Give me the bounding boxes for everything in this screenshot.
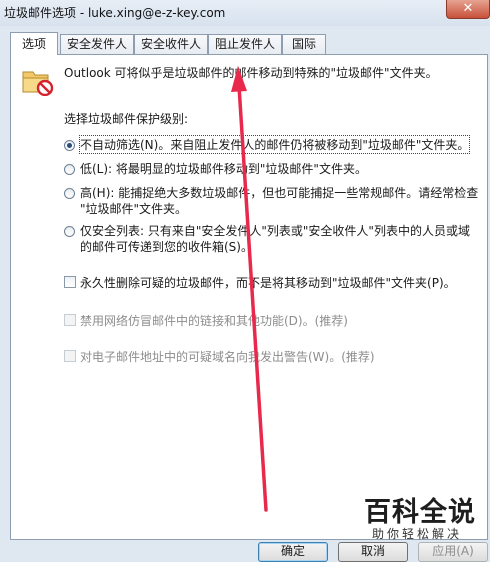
radio-high[interactable]: [64, 188, 75, 199]
tab-safe-senders[interactable]: 安全发件人: [60, 34, 134, 54]
radio-no-filtering-label[interactable]: 不自动筛选(N)。来自阻止发件人的邮件仍将被移动到"垃圾邮件"文件夹。: [78, 135, 471, 154]
radio-safe-lists-label-line2[interactable]: 的邮件可传递到您的收件箱(S)。: [80, 238, 253, 255]
tab-blocked-senders[interactable]: 阻止发件人: [208, 34, 282, 54]
radio-low-label[interactable]: 低(L): 将最明显的垃圾邮件移动到"垃圾邮件"文件夹。: [80, 160, 367, 177]
tab-safe-recipients[interactable]: 安全收件人: [134, 34, 208, 54]
tab-options[interactable]: 选项: [10, 32, 58, 55]
radio-high-label-line2[interactable]: "垃圾邮件"文件夹。: [80, 200, 187, 217]
tab-international[interactable]: 国际: [282, 34, 326, 54]
radio-safe-lists-only[interactable]: [64, 226, 75, 237]
title-bar: 垃圾邮件选项 - luke.xing@e-z-key.com ✕: [0, 0, 490, 26]
ok-button[interactable]: 确定: [258, 542, 328, 562]
cancel-button[interactable]: 取消: [338, 542, 408, 562]
watermark-brand: 百科全说: [364, 497, 476, 528]
close-button[interactable]: ✕: [446, 0, 490, 19]
checkbox-permanently-delete-label[interactable]: 永久性删除可疑的垃圾邮件，而不是将其移动到"垃圾邮件"文件夹(P)。: [80, 274, 456, 291]
radio-no-filtering[interactable]: [64, 140, 75, 151]
window-title: 垃圾邮件选项 - luke.xing@e-z-key.com: [4, 6, 226, 20]
intro-text: Outlook 可将似乎是垃圾邮件的邮件移动到特殊的"垃圾邮件"文件夹。: [64, 66, 438, 80]
radio-high-label-line1[interactable]: 高(H): 能捕捉绝大多数垃圾邮件，但也可能捕捉一些常规邮件。请经常检查: [80, 184, 478, 201]
checkbox-warn-suspicious-domains[interactable]: [64, 350, 76, 362]
radio-safe-lists-label-line1[interactable]: 仅安全列表: 只有来自"安全发件人"列表或"安全收件人"列表中的人员或域: [80, 222, 470, 239]
radio-low[interactable]: [64, 164, 75, 175]
junk-folder-icon: [22, 71, 54, 96]
checkbox-warn-suspicious-domains-label[interactable]: 对电子邮件地址中的可疑域名向我发出警告(W)。(推荐): [80, 348, 375, 365]
apply-button[interactable]: 应用(A): [418, 542, 488, 562]
checkbox-disable-phishing-links-label[interactable]: 禁用网络仿冒邮件中的链接和其他功能(D)。(推荐): [80, 312, 348, 329]
checkbox-permanently-delete[interactable]: [64, 276, 76, 288]
checkbox-disable-phishing-links[interactable]: [64, 314, 76, 326]
watermark-tagline: 助你轻松解决: [372, 527, 463, 541]
protection-level-heading: 选择垃圾邮件保护级别:: [64, 112, 189, 126]
close-icon: ✕: [462, 1, 474, 16]
